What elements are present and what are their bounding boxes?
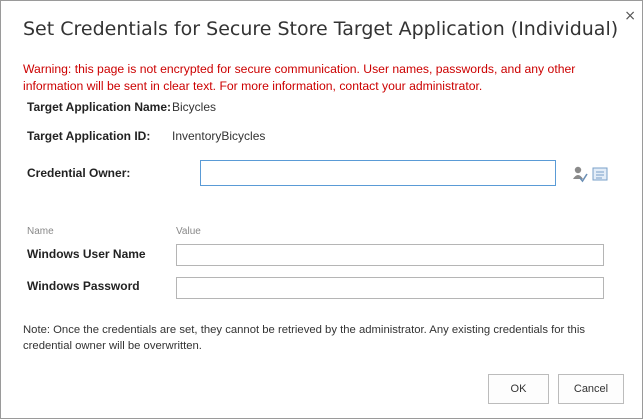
overwrite-note: Note: Once the credentials are set, they… [23, 324, 586, 352]
target-app-name-value: Bicycles [172, 100, 217, 114]
warning-message: Warning: this page is not encrypted for … [23, 62, 576, 93]
windows-password-label: Windows Password [27, 279, 140, 293]
credential-owner-label: Credential Owner: [27, 166, 131, 180]
owner-picker-icons [571, 165, 615, 190]
check-names-icon[interactable] [573, 166, 588, 183]
windows-password-input[interactable] [176, 277, 604, 299]
column-header-value: Value [176, 226, 201, 237]
browse-address-book-icon[interactable] [592, 167, 608, 181]
target-app-name-label: Target Application Name: [27, 100, 172, 114]
windows-user-name-input[interactable] [176, 244, 604, 266]
credential-owner-input[interactable] [200, 160, 556, 186]
cancel-button[interactable]: Cancel [558, 374, 624, 404]
target-app-id-label: Target Application ID: [27, 129, 151, 143]
windows-user-name-label: Windows User Name [27, 247, 146, 261]
close-icon[interactable]: × [624, 8, 636, 24]
dialog-title: Set Credentials for Secure Store Target … [23, 18, 619, 40]
target-app-id-value: InventoryBicycles [172, 129, 266, 143]
credentials-dialog: Set Credentials for Secure Store Target … [0, 0, 643, 419]
ok-button[interactable]: OK [488, 374, 549, 404]
column-header-name: Name [27, 226, 54, 237]
